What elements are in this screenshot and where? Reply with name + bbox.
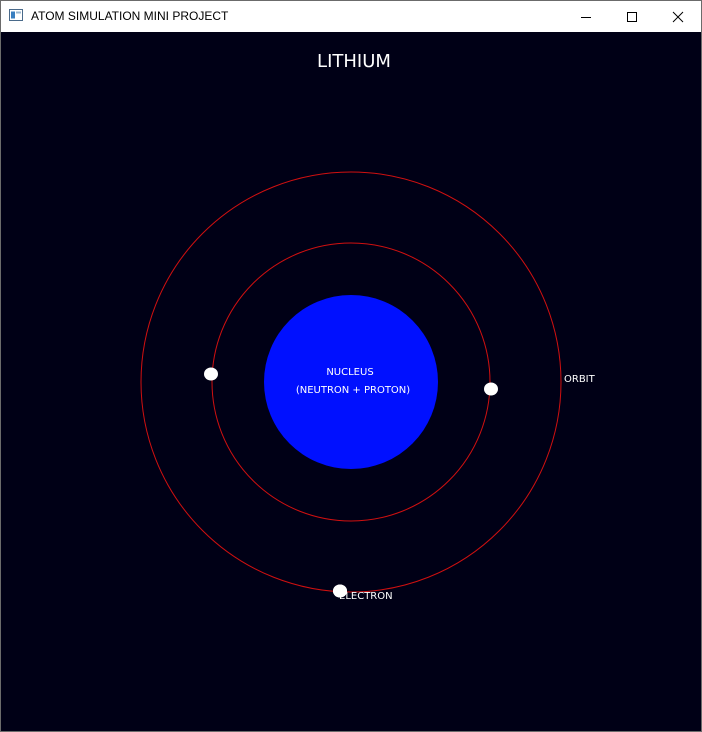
- nucleus: [264, 295, 438, 469]
- app-window: ATOM SIMULATION MINI PROJECT LITHIUM NUC…: [0, 0, 702, 732]
- electron-label: ELECTRON: [339, 591, 393, 602]
- simulation-canvas: LITHIUM NUCLEUS (NEUTRON + PROTON) ORBIT…: [1, 32, 701, 731]
- element-title: LITHIUM: [317, 51, 391, 72]
- title-bar[interactable]: ATOM SIMULATION MINI PROJECT: [1, 1, 701, 32]
- close-icon: [672, 11, 684, 22]
- minimize-button[interactable]: [563, 1, 609, 32]
- close-button[interactable]: [655, 1, 701, 32]
- maximize-button[interactable]: [609, 1, 655, 32]
- electron: [204, 367, 218, 381]
- app-icon: [9, 9, 23, 21]
- maximize-icon: [627, 11, 637, 22]
- nucleus-sublabel: (NEUTRON + PROTON): [296, 385, 410, 396]
- window-title: ATOM SIMULATION MINI PROJECT: [31, 9, 229, 23]
- minimize-icon: [581, 16, 591, 18]
- orbit-label: ORBIT: [564, 374, 596, 385]
- electron: [484, 382, 498, 396]
- nucleus-label: NUCLEUS: [326, 367, 373, 378]
- electron-overlay: [333, 584, 347, 598]
